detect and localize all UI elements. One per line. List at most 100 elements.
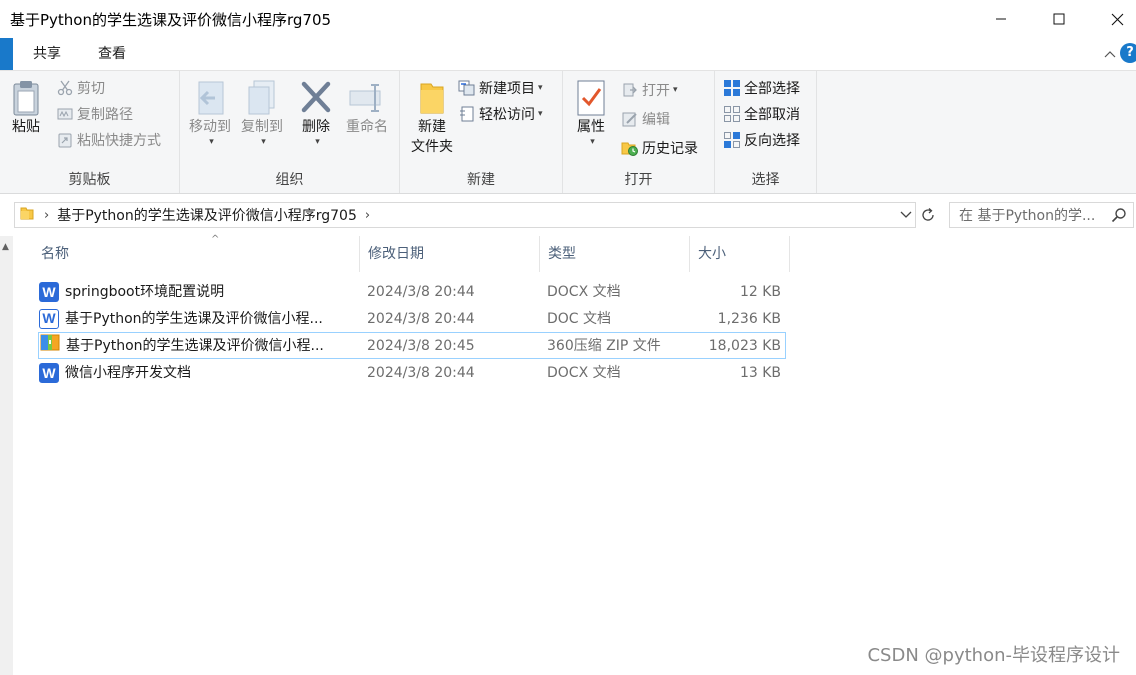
easy-access-icon: [458, 105, 476, 123]
file-type: DOCX 文档: [547, 365, 621, 381]
rename-button[interactable]: 重命名: [340, 79, 394, 137]
copy-path-label: 复制路径: [77, 107, 133, 123]
new-item-button[interactable]: 新建项目 ▾: [458, 76, 543, 100]
rename-icon: [349, 84, 381, 112]
move-to-icon: [198, 81, 224, 115]
new-item-dropdown-icon: ▾: [538, 83, 543, 93]
breadcrumb-chevron-icon[interactable]: ›: [44, 208, 49, 223]
minimize-button[interactable]: [972, 0, 1030, 38]
ribbon: 粘贴 剪切 复制路径 粘贴快捷方式 剪贴板 移动到 ▾ 复制到 ▾ 删除 ▾ 重…: [0, 70, 1136, 194]
group-label-organize: 组织: [275, 172, 304, 188]
window-title: 基于Python的学生选课及评价微信小程序rg705: [10, 11, 332, 29]
tab-view[interactable]: 查看: [84, 38, 140, 70]
address-history-dropdown-icon[interactable]: [895, 203, 917, 227]
column-header-name-label: 名称: [41, 246, 69, 262]
file-size: 12 KB: [739, 284, 781, 300]
delete-x-icon: [301, 81, 331, 113]
edit-label: 编辑: [642, 112, 670, 128]
properties-button[interactable]: 属性 ▾: [571, 79, 611, 147]
word-docx-icon: W: [39, 363, 59, 383]
edit-button[interactable]: 编辑: [621, 107, 670, 131]
tab-file[interactable]: [0, 38, 13, 70]
properties-dropdown-icon: ▾: [590, 137, 595, 147]
column-header-type[interactable]: 类型: [540, 236, 690, 272]
file-size: 18,023 KB: [708, 338, 781, 354]
move-to-dropdown-icon: ▾: [209, 137, 214, 147]
copy-path-button[interactable]: 复制路径: [56, 102, 133, 126]
paste-shortcut-button[interactable]: 粘贴快捷方式: [56, 128, 161, 152]
file-type: DOC 文档: [547, 311, 612, 327]
easy-access-label: 轻松访问: [479, 107, 535, 123]
copy-to-label: 复制到: [241, 119, 283, 135]
help-icon[interactable]: ?: [1120, 43, 1136, 63]
address-bar[interactable]: › 基于Python的学生选课及评价微信小程序rg705 ›: [14, 202, 916, 228]
copy-to-button[interactable]: 复制到 ▾: [236, 79, 288, 147]
file-date: 2024/3/8 20:44: [367, 365, 475, 381]
new-item-label: 新建项目: [479, 81, 535, 97]
edit-pencil-icon: [621, 110, 639, 128]
maximize-button[interactable]: [1030, 0, 1088, 38]
file-row-selected[interactable]: 基于Python的学生选课及评价微信小程... 2024/3/8 20:45 3…: [38, 332, 786, 359]
cut-button[interactable]: 剪切: [56, 76, 105, 100]
scissors-icon: [56, 79, 74, 97]
file-name: 基于Python的学生选课及评价微信小程...: [65, 311, 323, 327]
properties-checkmark-icon: [577, 80, 605, 116]
open-icon: [621, 81, 639, 99]
new-folder-label-1: 新建: [418, 119, 446, 135]
invert-selection-label: 反向选择: [744, 133, 800, 149]
breadcrumb-current[interactable]: 基于Python的学生选课及评价微信小程序rg705: [57, 205, 357, 225]
maximize-icon: [1053, 13, 1065, 25]
tab-share[interactable]: 共享: [20, 38, 74, 70]
open-label: 打开: [642, 83, 670, 99]
watermark: CSDN @python-毕设程序设计: [867, 645, 1120, 666]
new-folder-label-2: 文件夹: [411, 139, 453, 155]
easy-access-button[interactable]: 轻松访问 ▾: [458, 102, 543, 126]
word-doc-icon: W: [39, 309, 59, 329]
column-header-date[interactable]: 修改日期: [360, 236, 540, 272]
move-to-button[interactable]: 移动到 ▾: [184, 79, 236, 147]
collapse-ribbon-icon[interactable]: [1104, 46, 1116, 65]
file-name: 基于Python的学生选课及评价微信小程...: [66, 338, 324, 354]
select-all-button[interactable]: 全部选择: [723, 76, 800, 100]
column-header-name[interactable]: 名称 ^: [33, 234, 360, 272]
search-box[interactable]: 在 基于Python的学...: [949, 202, 1134, 228]
file-name: 微信小程序开发文档: [65, 365, 191, 381]
minimize-icon: [996, 18, 1006, 20]
history-button[interactable]: 历史记录: [621, 136, 698, 160]
paste-button[interactable]: 粘贴: [6, 79, 46, 137]
title-bar: 基于Python的学生选课及评价微信小程序rg705: [0, 0, 1136, 38]
nav-pane-scrollbar[interactable]: ▲: [0, 236, 13, 675]
refresh-button[interactable]: [916, 202, 940, 228]
new-folder-icon: [420, 83, 444, 114]
delete-button[interactable]: 删除 ▾: [294, 79, 338, 147]
copy-path-icon: [56, 105, 74, 123]
file-date: 2024/3/8 20:44: [367, 311, 475, 327]
refresh-icon: [922, 208, 934, 221]
paste-shortcut-label: 粘贴快捷方式: [77, 133, 161, 149]
select-none-button[interactable]: 全部取消: [723, 102, 800, 126]
file-row[interactable]: W springboot环境配置说明 2024/3/8 20:44 DOCX 文…: [39, 279, 785, 305]
new-folder-button[interactable]: 新建 文件夹: [404, 79, 460, 157]
scroll-up-arrow-icon[interactable]: ▲: [2, 242, 9, 252]
address-bar-row: › 基于Python的学生选课及评价微信小程序rg705 › 在 基于Pytho…: [0, 194, 1136, 236]
search-icon[interactable]: [1111, 207, 1127, 227]
rename-label: 重命名: [346, 119, 388, 135]
new-item-icon: [458, 79, 476, 97]
group-organize: 移动到 ▾ 复制到 ▾ 删除 ▾ 重命名 组织: [180, 71, 400, 193]
close-button[interactable]: [1088, 0, 1136, 38]
breadcrumb-chevron-end-icon[interactable]: ›: [365, 208, 370, 223]
open-dropdown-icon: ▾: [673, 85, 678, 95]
file-name-cell: W springboot环境配置说明: [39, 279, 349, 305]
delete-label: 删除: [302, 119, 330, 135]
file-name-cell: W 基于Python的学生选课及评价微信小程...: [39, 306, 349, 332]
invert-selection-button[interactable]: 反向选择: [723, 128, 800, 152]
file-row[interactable]: W 微信小程序开发文档 2024/3/8 20:44 DOCX 文档 13 KB: [39, 360, 785, 386]
column-header-size[interactable]: 大小: [690, 236, 790, 272]
properties-label: 属性: [577, 119, 605, 135]
file-row[interactable]: W 基于Python的学生选课及评价微信小程... 2024/3/8 20:44…: [39, 306, 785, 332]
file-size: 1,236 KB: [717, 311, 781, 327]
paste-shortcut-icon: [56, 131, 74, 149]
open-button[interactable]: 打开 ▾: [621, 78, 678, 102]
copy-to-icon: [248, 80, 275, 115]
search-placeholder: 在 基于Python的学...: [959, 208, 1096, 224]
